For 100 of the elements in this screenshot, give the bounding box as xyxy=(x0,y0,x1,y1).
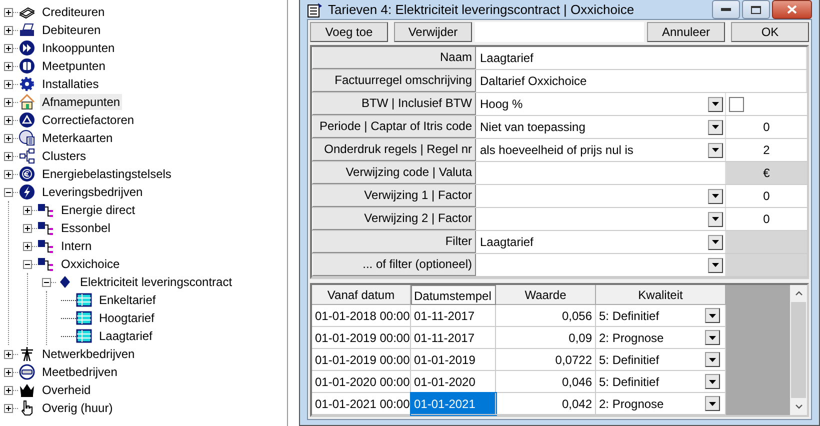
dropdown-button[interactable] xyxy=(708,120,723,134)
expander[interactable] xyxy=(4,152,13,160)
dropdown-button[interactable] xyxy=(708,258,723,272)
table-cell[interactable]: 01-01-2021 xyxy=(411,393,496,415)
tree-item[interactable]: Meterkaarten xyxy=(40,130,115,146)
tree-item[interactable]: Debiteuren xyxy=(40,22,103,38)
expander[interactable] xyxy=(4,404,13,412)
expander[interactable] xyxy=(4,26,13,34)
dropdown-button[interactable] xyxy=(705,330,720,345)
column-header[interactable]: Waarde xyxy=(496,285,596,305)
close-icon xyxy=(787,5,797,14)
toolbar-button[interactable]: Annuleer xyxy=(647,22,725,42)
expander[interactable] xyxy=(4,98,13,106)
dropdown-field[interactable]: Laagtarief xyxy=(476,231,726,253)
column-header[interactable]: Vanaf datum xyxy=(312,285,411,305)
tree-item[interactable]: Overig (huur) xyxy=(40,400,115,416)
scrollbar[interactable] xyxy=(790,285,807,415)
expander[interactable] xyxy=(4,80,13,88)
tree-item[interactable]: Clusters xyxy=(40,148,88,164)
dropdown-button[interactable] xyxy=(705,352,720,367)
dropdown-field[interactable]: 2: Prognose xyxy=(596,393,726,415)
toolbar-button[interactable]: OK xyxy=(731,22,809,42)
field-label: Verwijzing 2 | Factor xyxy=(312,208,476,230)
dropdown-button[interactable] xyxy=(705,308,720,323)
expander[interactable] xyxy=(23,206,32,214)
tree-item[interactable]: Enkeltarief xyxy=(97,292,158,308)
column-header[interactable]: Datumstempel xyxy=(411,285,496,305)
tree-item[interactable]: Laagtarief xyxy=(97,328,154,344)
expander[interactable] xyxy=(4,134,13,142)
field-label: Periode | Captar of Itris code xyxy=(312,116,476,138)
euro-icon xyxy=(19,166,35,182)
caret-icon xyxy=(712,194,719,198)
toolbar-button[interactable]: Verwijder xyxy=(394,22,472,42)
dropdown-button[interactable] xyxy=(708,142,723,158)
expander[interactable] xyxy=(4,62,13,70)
table-icon xyxy=(76,310,92,326)
text-field[interactable]: Laagtarief xyxy=(476,47,807,69)
tree-item[interactable]: Netwerkbedrijven xyxy=(40,346,137,362)
text-field[interactable]: Daltarief Oxxichoice xyxy=(476,70,807,92)
hand-icon xyxy=(19,400,35,416)
hierarchy-icon xyxy=(38,220,54,236)
scroll-up-icon[interactable] xyxy=(794,291,802,296)
scroll-down-icon[interactable] xyxy=(794,404,802,409)
tree-item[interactable]: Crediteuren xyxy=(40,4,107,20)
column-header[interactable]: Kwaliteit xyxy=(596,285,726,305)
tree-item[interactable]: Hoogtarief xyxy=(97,310,156,326)
dropdown-field[interactable]: als hoeveelheid of prijs nul is xyxy=(476,139,726,161)
tree-item[interactable]: Energiebelastingstelsels xyxy=(40,166,174,182)
tree-item[interactable]: Intern xyxy=(59,238,94,254)
dropdown-button[interactable] xyxy=(708,96,723,112)
tree-item[interactable]: Inkooppunten xyxy=(40,40,117,56)
expander[interactable] xyxy=(4,116,13,124)
caret-icon xyxy=(709,358,716,362)
tree-item[interactable]: Afnamepunten xyxy=(40,94,122,110)
maximize-button[interactable] xyxy=(742,0,770,19)
tree-item[interactable]: Overheid xyxy=(40,382,93,398)
dropdown-field[interactable]: 5: Definitief xyxy=(596,349,726,371)
expander[interactable] xyxy=(23,242,32,250)
minimize-button[interactable] xyxy=(712,0,740,19)
expander[interactable] xyxy=(4,368,13,376)
close-button[interactable] xyxy=(772,0,812,19)
form-icon xyxy=(307,2,323,18)
tree-item[interactable]: Correctiefactoren xyxy=(40,112,136,128)
table-cell: 0,09 xyxy=(496,327,596,349)
tree-item[interactable]: Installaties xyxy=(40,76,101,92)
tree-item[interactable]: Elektriciteit leveringscontract xyxy=(78,274,234,290)
dropdown-field[interactable]: Hoog % xyxy=(476,93,726,115)
expander[interactable] xyxy=(23,224,32,232)
expander[interactable] xyxy=(4,8,13,16)
tree-item[interactable]: Oxxichoice xyxy=(59,256,122,272)
checkbox[interactable] xyxy=(729,96,744,112)
dropdown-button[interactable] xyxy=(708,212,723,226)
tree-item[interactable]: Leveringsbedrijven xyxy=(40,184,145,200)
dropdown-field[interactable]: 5: Definitief xyxy=(596,371,726,393)
expander[interactable] xyxy=(4,170,13,178)
dropdown-field[interactable]: 2: Prognose xyxy=(596,327,726,349)
table-cell[interactable]: 01-01-2019 xyxy=(411,349,496,371)
expander[interactable] xyxy=(23,260,32,268)
dropdown-button[interactable] xyxy=(705,396,720,411)
tree-item[interactable]: Energie direct xyxy=(59,202,138,218)
dropdown-button[interactable] xyxy=(705,374,720,389)
toolbar-button[interactable]: Voeg toe xyxy=(310,22,388,42)
expander[interactable] xyxy=(4,350,13,358)
dropdown-button[interactable] xyxy=(708,234,723,250)
table-cell: 01-01-2018 00:00 xyxy=(312,305,411,327)
value-cell-text: 0 xyxy=(762,211,771,228)
tree-item[interactable]: Essonbel xyxy=(59,220,112,236)
printer-icon xyxy=(19,22,35,38)
dropdown-field[interactable]: 5: Definitief xyxy=(596,305,726,327)
table-cell[interactable]: 01-11-2017 xyxy=(411,305,496,327)
expander[interactable] xyxy=(42,278,51,286)
tree-item[interactable]: Meetpunten xyxy=(40,58,108,74)
expander[interactable] xyxy=(4,188,13,196)
dropdown-field[interactable]: Niet van toepassing xyxy=(476,116,726,138)
expander[interactable] xyxy=(4,44,13,52)
expander[interactable] xyxy=(4,386,13,394)
dropdown-button[interactable] xyxy=(708,188,723,204)
caret-icon xyxy=(712,102,719,106)
table-cell[interactable]: 01-11-2017 xyxy=(411,327,496,349)
tree-item[interactable]: Meetbedrijven xyxy=(40,364,120,380)
